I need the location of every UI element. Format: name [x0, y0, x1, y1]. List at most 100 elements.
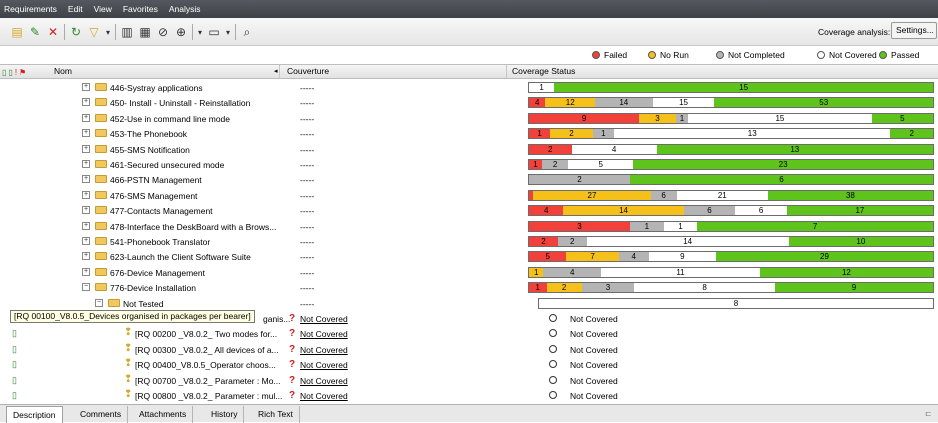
- expand-icon[interactable]: +: [82, 206, 90, 215]
- expand-icon[interactable]: +: [82, 190, 90, 199]
- requirement-label: [RQ 00400_V8.0.5_Operator choos...: [135, 360, 276, 371]
- requirement-row[interactable]: ▯ ❢ [RQ 00400_V8.0.5_Operator choos...? Not…: [0, 357, 938, 372]
- expand-icon[interactable]: +: [82, 144, 90, 153]
- filter-icon[interactable]: ▽: [87, 25, 101, 39]
- folder-icon: [95, 175, 107, 184]
- coverage-bar[interactable]: 5 7 4 9 29: [528, 251, 934, 263]
- folder-icon: [95, 221, 107, 230]
- table-row[interactable]: +476-SMS Management ----- 27 6 21 38: [0, 188, 938, 203]
- resize-icon[interactable]: ⊏: [925, 409, 932, 418]
- coverage-bar[interactable]: 9 3 1 15 5: [528, 112, 934, 124]
- link-icon[interactable]: ⊘: [156, 25, 170, 39]
- table-row[interactable]: +455-SMS Notification ----- 2 4 13: [0, 142, 938, 157]
- coverage-status-link[interactable]: Not Covered: [300, 314, 348, 324]
- table-row[interactable]: +452-Use in command line mode ----- 9 3 1 15 5: [0, 111, 938, 126]
- menu-requirements[interactable]: Requirements: [4, 4, 57, 14]
- coverage-bar[interactable]: 12389: [528, 282, 934, 294]
- coverage-bar[interactable]: 4 12 14 15 53: [528, 97, 934, 109]
- coverage-status-link[interactable]: Not Covered: [300, 376, 348, 386]
- menu-view[interactable]: View: [94, 4, 112, 14]
- expand-icon[interactable]: +: [82, 160, 90, 168]
- folder-icon: [108, 298, 120, 307]
- expand-icon[interactable]: +: [82, 221, 90, 230]
- dropdown-icon[interactable]: ▾: [225, 28, 231, 37]
- requirement-row[interactable]: ▯ ❢ [RQ 00800 _V8.0.2_ Parameter : mul...?…: [0, 388, 938, 403]
- dropdown-icon[interactable]: ▾: [197, 28, 203, 37]
- expand-icon[interactable]: +: [82, 175, 90, 184]
- settings-button[interactable]: Settings...: [891, 22, 937, 39]
- menu-favorites[interactable]: Favorites: [123, 4, 158, 14]
- table-row[interactable]: +541-Phonebook Translator ----- 2 2 14 10: [0, 234, 938, 249]
- refresh-icon[interactable]: ↻: [69, 25, 83, 39]
- bar-segment-notcov: 21: [676, 190, 768, 200]
- collapse-arrow-icon[interactable]: ◂: [274, 65, 278, 78]
- tab-attachments[interactable]: Attachments: [133, 406, 194, 423]
- coverage-status-link[interactable]: Not Covered: [300, 360, 348, 370]
- table-row[interactable]: +453-The Phonebook ----- 1 2 1 13 2: [0, 126, 938, 141]
- table-row[interactable]: − Not Tested ----- 8: [0, 296, 938, 311]
- table-row[interactable]: +450- Install - Uninstall - Reinstallati…: [0, 95, 938, 110]
- coverage-status-link[interactable]: Not Covered: [300, 329, 348, 339]
- bar-segment-norun: 7: [566, 252, 619, 262]
- folder-label: 450- Install - Uninstall - Reinstallatio…: [110, 98, 251, 109]
- coverage-bar[interactable]: 1 2 5 23: [528, 159, 934, 170]
- table-row[interactable]: +676-Device Management ----- 1 4 11 12: [0, 265, 938, 280]
- requirement-row[interactable]: ▯ ❢ [RQ 00300 _V8.0.2_ All devices of a...…: [0, 342, 938, 357]
- coverage-status-link[interactable]: Not Covered: [300, 391, 348, 401]
- question-icon: ?: [289, 390, 296, 401]
- find-icon[interactable]: ⌕: [240, 25, 254, 40]
- bar-segment-passed: 53: [714, 98, 933, 108]
- menu-edit[interactable]: Edit: [68, 4, 83, 14]
- bar-segment-notcov: 1: [529, 83, 555, 92]
- coverage-bar[interactable]: 3117: [528, 220, 934, 232]
- tab-rich-text[interactable]: Rich Text: [252, 406, 300, 423]
- coverage-bar[interactable]: 4 14 6 6 17: [528, 205, 934, 217]
- table-row[interactable]: +623-Launch the Client Software Suite ---…: [0, 249, 938, 264]
- coverage-bar[interactable]: 2 4 13: [528, 143, 934, 155]
- expand-icon[interactable]: +: [82, 237, 90, 245]
- table-row[interactable]: +446-Systray applications ----- 1 15: [0, 80, 938, 95]
- bar-segment-passed: 23: [633, 160, 933, 169]
- folder-icon: [95, 190, 107, 199]
- coverage-value: -----: [300, 221, 315, 232]
- tab-description[interactable]: Description: [6, 406, 63, 423]
- delete-icon[interactable]: ✕: [46, 25, 60, 39]
- coverage-bar[interactable]: 26: [528, 174, 934, 186]
- columns-icon[interactable]: ▥: [120, 25, 134, 39]
- expand-icon[interactable]: +: [82, 113, 90, 122]
- table-row[interactable]: +477-Contacts Management ----- 4 14 6 6 17: [0, 203, 938, 218]
- expand-icon[interactable]: +: [82, 83, 90, 91]
- expand-icon[interactable]: +: [82, 252, 90, 261]
- coverage-bar[interactable]: 1 15: [528, 82, 934, 93]
- dropdown-icon[interactable]: ▾: [105, 28, 111, 37]
- coverage-status-link[interactable]: Not Covered: [300, 345, 348, 355]
- coverage-bar[interactable]: 2 2 14 10: [528, 236, 934, 247]
- select-icon[interactable]: ▦: [138, 25, 152, 39]
- requirement-row[interactable]: ▯ ❢ [RQ 00700 _V8.0.2_ Parameter : Mo...? N…: [0, 373, 938, 388]
- expand-icon[interactable]: +: [82, 98, 90, 107]
- table-row[interactable]: +466-PSTN Management ----- 2 6: [0, 172, 938, 187]
- table-row[interactable]: − 776-Device Installation ----- 1 2 3 8 9: [0, 280, 938, 295]
- menu-analysis[interactable]: Analysis: [169, 4, 201, 14]
- add-requirement-icon[interactable]: ✎: [28, 25, 42, 39]
- coverage-bar[interactable]: 1 4 11 12: [528, 266, 934, 278]
- add-folder-icon[interactable]: ▤: [10, 25, 24, 39]
- coverage-bar[interactable]: 8: [538, 297, 934, 309]
- table-row[interactable]: +478-Interface the DeskBoard with a Brow…: [0, 219, 938, 234]
- collapse-icon[interactable]: −: [82, 283, 90, 292]
- view-icon[interactable]: ▭: [207, 25, 221, 39]
- requirement-row[interactable]: ▯ ❢ [RQ 00200 _V8.0.2_ Two modes for...? No…: [0, 326, 938, 341]
- coverage-bar[interactable]: 1 2 1 13 2: [528, 128, 934, 140]
- collapse-icon[interactable]: −: [95, 298, 103, 307]
- tab-comments[interactable]: Comments: [74, 406, 129, 423]
- header-status[interactable]: Coverage Status: [508, 65, 938, 78]
- bar-segment-notcov: 15: [652, 98, 715, 108]
- tab-history[interactable]: History: [205, 406, 245, 423]
- header-name[interactable]: ▯ ▯! ⚑ Nom ◂: [0, 65, 280, 78]
- header-coverage[interactable]: Couverture: [283, 65, 507, 78]
- expand-icon[interactable]: +: [82, 129, 90, 138]
- coverage-bar[interactable]: 27 6 21 38: [528, 189, 934, 201]
- zoom-icon[interactable]: ⊕: [174, 25, 188, 39]
- table-row[interactable]: +461-Secured unsecured mode ----- 1 2 5 23: [0, 157, 938, 172]
- expand-icon[interactable]: +: [82, 267, 90, 276]
